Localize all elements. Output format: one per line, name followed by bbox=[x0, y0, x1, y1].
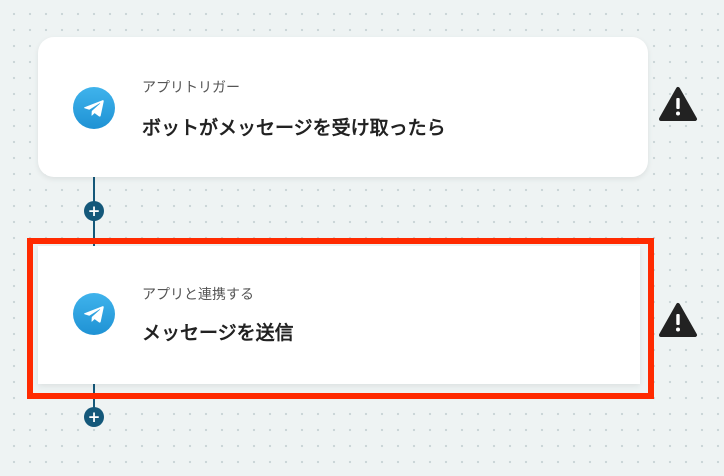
plus-icon: + bbox=[87, 407, 101, 426]
flow-step-trigger[interactable]: アプリトリガー ボットがメッセージを受け取ったら bbox=[38, 37, 648, 177]
warning-triangle-icon[interactable] bbox=[658, 302, 698, 338]
telegram-icon bbox=[73, 87, 115, 129]
step-title: ボットがメッセージを受け取ったら bbox=[142, 117, 446, 139]
step-subtitle: アプリトリガー bbox=[142, 80, 240, 96]
warning-triangle-icon[interactable] bbox=[658, 86, 698, 122]
add-step-button[interactable]: + bbox=[84, 407, 104, 427]
step-subtitle: アプリと連携する bbox=[142, 287, 254, 303]
telegram-icon bbox=[73, 293, 115, 335]
step-title: メッセージを送信 bbox=[142, 322, 294, 344]
add-step-button[interactable]: + bbox=[84, 201, 104, 221]
plus-icon: + bbox=[87, 201, 101, 220]
flow-connector bbox=[93, 384, 95, 408]
flow-step-action[interactable]: アプリと連携する メッセージを送信 bbox=[38, 246, 640, 384]
